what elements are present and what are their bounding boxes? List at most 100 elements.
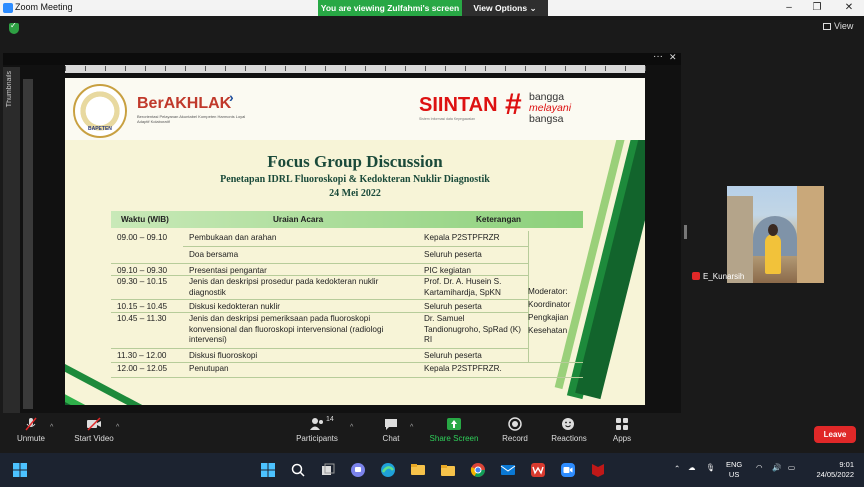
chat-button[interactable]: Chat bbox=[380, 417, 402, 443]
chevron-right-icon: › bbox=[229, 89, 234, 105]
row-time: 11.30 – 12.00 bbox=[117, 351, 167, 360]
header-notes: Keterangan bbox=[476, 215, 522, 224]
volume-icon[interactable]: 🔊 bbox=[772, 463, 781, 472]
reactions-button[interactable]: Reactions bbox=[550, 417, 588, 443]
zoom-app-icon bbox=[3, 3, 13, 13]
clock-date: 24/05/2022 bbox=[816, 470, 854, 479]
row-divider bbox=[111, 348, 528, 349]
shared-screen: ··· ✕ Thumbnails BAPETEN BerAKHLAK › Ber… bbox=[3, 51, 681, 413]
video-person bbox=[765, 234, 781, 274]
ruler-tick bbox=[345, 66, 346, 71]
apps-label: Apps bbox=[612, 434, 632, 443]
chevron-up-icon[interactable]: ^ bbox=[410, 424, 413, 431]
mcafee-icon[interactable] bbox=[590, 462, 606, 478]
windows-start-icon[interactable] bbox=[260, 462, 276, 478]
zoom-icon[interactable] bbox=[560, 462, 576, 478]
window-title: Zoom Meeting bbox=[15, 2, 73, 12]
share-screen-label: Share Screen bbox=[429, 434, 479, 443]
meeting-area: View ··· ✕ Thumbnails BAPETEN BerAKHLA bbox=[0, 16, 864, 413]
ruler-tick bbox=[285, 66, 286, 71]
language-label: ENG bbox=[726, 460, 743, 469]
view-button[interactable]: View bbox=[823, 21, 853, 31]
berakhlak-name: BerAKHLAK bbox=[137, 95, 232, 112]
slide-date: 24 Mei 2022 bbox=[329, 188, 381, 199]
share-screen-button[interactable]: Share Screen bbox=[428, 417, 480, 443]
clock[interactable]: 9:01 24/05/2022 bbox=[810, 460, 854, 480]
chevron-up-icon[interactable]: ^ bbox=[350, 424, 353, 431]
language-indicator[interactable]: ENG US bbox=[726, 460, 742, 480]
more-icon[interactable]: ··· bbox=[653, 51, 663, 62]
shared-screen-topbar: ··· ✕ bbox=[3, 51, 681, 65]
chrome-icon[interactable] bbox=[470, 462, 486, 478]
edge-icon[interactable] bbox=[380, 462, 396, 478]
minimize-icon[interactable]: – bbox=[774, 0, 804, 16]
ruler-tick bbox=[505, 66, 506, 71]
ruler-tick bbox=[245, 66, 246, 71]
participants-button[interactable]: 14 Participants bbox=[294, 416, 340, 443]
wifi-icon[interactable]: ◠ bbox=[756, 463, 763, 472]
clock-time: 9:01 bbox=[839, 460, 854, 469]
battery-icon[interactable]: ▭ bbox=[788, 463, 795, 472]
row-note: Kepala P2STPFRZR. bbox=[424, 364, 502, 373]
row-time: 10.45 – 11.30 bbox=[117, 314, 167, 323]
close-icon[interactable]: ✕ bbox=[669, 52, 677, 63]
hashtag-icon: # bbox=[505, 88, 522, 121]
thumbnails-pane[interactable]: Thumbnails bbox=[3, 67, 20, 413]
participant-video[interactable] bbox=[727, 186, 824, 283]
security-shield-icon[interactable] bbox=[9, 21, 19, 34]
row-note: Seluruh peserta bbox=[424, 250, 482, 259]
siintan-name: SIINTAN bbox=[419, 94, 498, 116]
video-bg-building bbox=[797, 186, 824, 283]
apps-button[interactable]: Apps bbox=[610, 417, 634, 443]
thumbnails-label: Thumbnails bbox=[6, 71, 13, 108]
restore-icon[interactable]: ❐ bbox=[802, 0, 832, 16]
ruler-tick bbox=[585, 66, 586, 71]
row-time: 12.00 – 12.05 bbox=[117, 364, 168, 373]
windows-start-icon[interactable] bbox=[12, 462, 28, 478]
ruler-tick bbox=[545, 66, 546, 71]
row-desc: Jenis dan deskripsi prosedur pada kedokt… bbox=[189, 277, 379, 297]
mail-icon[interactable] bbox=[500, 462, 516, 478]
viewing-screen-banner: You are viewing Zulfahmi's screen bbox=[318, 0, 462, 16]
row-divider bbox=[111, 377, 583, 378]
system-tray: ⌃ ☁ 🎙 ENG US ◠ 🔊 ▭ 9:01 24/05/2022 bbox=[670, 453, 864, 487]
wps-office-icon[interactable] bbox=[530, 462, 546, 478]
chevron-up-icon[interactable]: ^ bbox=[116, 424, 119, 431]
microphone-icon[interactable]: 🎙 bbox=[706, 463, 716, 472]
bapeten-logo: BAPETEN bbox=[73, 84, 127, 138]
row-time: 10.15 – 10.45 bbox=[117, 302, 168, 311]
start-video-button[interactable]: Start Video bbox=[72, 417, 116, 443]
ruler-tick bbox=[405, 66, 406, 71]
folder-icon[interactable] bbox=[440, 462, 456, 478]
close-icon[interactable]: ✕ bbox=[834, 0, 864, 16]
chevron-up-icon[interactable]: ⌃ bbox=[674, 464, 680, 473]
search-icon[interactable] bbox=[290, 462, 306, 478]
task-view-icon[interactable] bbox=[320, 462, 336, 478]
participants-icon bbox=[310, 418, 323, 430]
unmute-button[interactable]: Unmute bbox=[14, 417, 48, 443]
chevron-up-icon[interactable]: ^ bbox=[50, 424, 53, 431]
row-divider bbox=[111, 263, 528, 264]
file-explorer-icon[interactable] bbox=[410, 462, 426, 478]
reactions-label: Reactions bbox=[551, 434, 587, 443]
vertical-ruler bbox=[23, 79, 33, 409]
ruler-tick bbox=[85, 66, 86, 71]
ruler-tick bbox=[365, 66, 366, 71]
leave-button[interactable]: Leave bbox=[814, 426, 856, 443]
splitter-handle[interactable] bbox=[684, 225, 687, 239]
view-options-button[interactable]: View Options ⌄ bbox=[462, 0, 548, 16]
participants-count: 14 bbox=[326, 416, 334, 423]
row-divider bbox=[111, 299, 528, 300]
moderator-note: Moderator: Koordinator Pengkajian Keseha… bbox=[528, 285, 586, 337]
cloud-icon[interactable]: ☁ bbox=[688, 463, 696, 472]
unmute-label: Unmute bbox=[16, 434, 45, 443]
row-divider bbox=[111, 275, 528, 276]
record-button[interactable]: Record bbox=[500, 417, 530, 443]
presentation-slide: BAPETEN BerAKHLAK › Berorientasi Pelayan… bbox=[65, 78, 645, 405]
row-divider bbox=[111, 362, 583, 363]
row-desc: Jenis dan deskripsi pemeriksaan pada flu… bbox=[189, 314, 384, 344]
row-divider bbox=[183, 246, 528, 247]
teams-chat-icon[interactable] bbox=[350, 462, 366, 478]
row-desc: Penutupan bbox=[189, 364, 229, 373]
video-person-head bbox=[768, 224, 778, 236]
